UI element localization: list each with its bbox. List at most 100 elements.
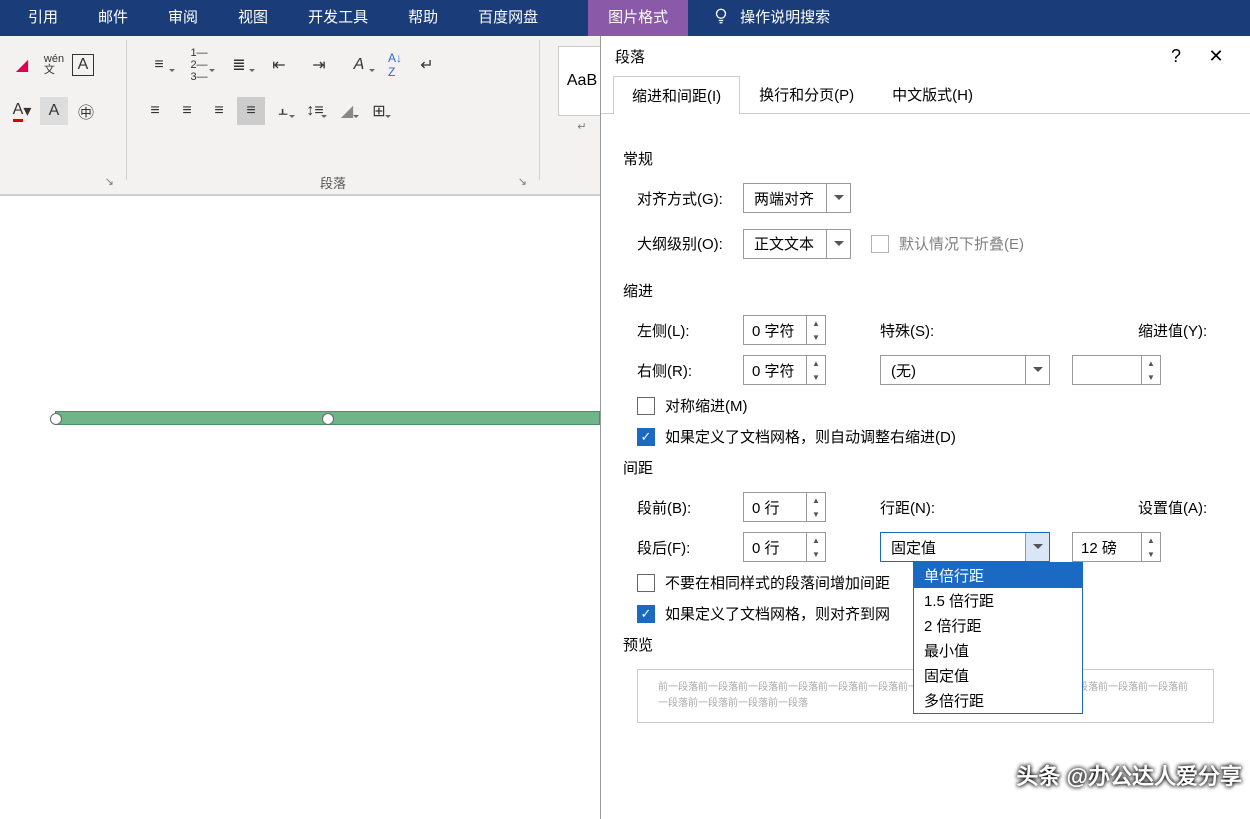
mirror-indent-checkbox[interactable] bbox=[637, 397, 655, 415]
spinner-down-icon[interactable]: ▼ bbox=[807, 547, 825, 561]
tab-developer[interactable]: 开发工具 bbox=[288, 0, 388, 36]
highlight-button[interactable]: A bbox=[40, 97, 68, 125]
selected-shape[interactable] bbox=[55, 411, 600, 425]
font-color-button[interactable]: A▾ bbox=[8, 97, 36, 125]
indent-grid-checkbox[interactable]: ✓ bbox=[637, 428, 655, 446]
character-border-button[interactable]: A bbox=[72, 54, 94, 76]
line-spacing-dropdown-icon[interactable] bbox=[1025, 533, 1049, 561]
spinner-up-icon[interactable]: ▲ bbox=[807, 533, 825, 547]
spinner-down-icon[interactable]: ▼ bbox=[807, 507, 825, 521]
numbering-button[interactable]: 1—2—3— bbox=[181, 51, 217, 79]
indent-left-label: 左侧(L): bbox=[623, 320, 743, 341]
tab-line-page-breaks[interactable]: 换行和分页(P) bbox=[740, 75, 873, 113]
indent-by-spinner[interactable]: ▲▼ bbox=[1072, 355, 1161, 385]
phonetic-guide-button[interactable]: wén文 bbox=[40, 51, 68, 79]
space-before-value[interactable]: 0 行 bbox=[744, 497, 806, 518]
line-option-exactly[interactable]: 固定值 bbox=[914, 663, 1082, 688]
tab-baidu[interactable]: 百度网盘 bbox=[458, 0, 558, 36]
line-option-single[interactable]: 单倍行距 bbox=[914, 563, 1082, 588]
show-marks-button[interactable]: ↵ bbox=[413, 51, 441, 79]
resize-handle-left[interactable] bbox=[50, 413, 62, 425]
indent-by-label: 缩进值(Y): bbox=[1138, 320, 1228, 341]
spinner-up-icon[interactable]: ▲ bbox=[807, 493, 825, 507]
tab-view[interactable]: 视图 bbox=[218, 0, 288, 36]
paragraph-group-launcher[interactable]: ↘ bbox=[518, 175, 527, 188]
eraser-icon[interactable]: ◢ bbox=[8, 51, 36, 79]
line-spacing-button[interactable]: ↕≡ bbox=[301, 97, 329, 125]
align-right-button[interactable]: ≡ bbox=[205, 97, 233, 125]
spacing-grid-label: 如果定义了文档网格，则对齐到网 bbox=[665, 603, 890, 624]
spinner-down-icon[interactable]: ▼ bbox=[1142, 370, 1160, 384]
tab-review[interactable]: 审阅 bbox=[148, 0, 218, 36]
tab-help[interactable]: 帮助 bbox=[388, 0, 458, 36]
align-center-button[interactable]: ≡ bbox=[173, 97, 201, 125]
line-option-1-5[interactable]: 1.5 倍行距 bbox=[914, 588, 1082, 613]
distribute-button[interactable]: ⫠ bbox=[269, 97, 297, 125]
decrease-indent-button[interactable]: ⇤ bbox=[261, 51, 297, 79]
multilevel-list-button[interactable]: ≣ bbox=[221, 51, 257, 79]
spinner-down-icon[interactable]: ▼ bbox=[1142, 547, 1160, 561]
spacing-at-value[interactable]: 12 磅 bbox=[1073, 537, 1141, 558]
tab-references[interactable]: 引用 bbox=[8, 0, 78, 36]
spinner-up-icon[interactable]: ▲ bbox=[1142, 533, 1160, 547]
borders-button[interactable]: ⊞ bbox=[365, 97, 393, 125]
style-preview[interactable]: AaB bbox=[558, 46, 606, 116]
indent-right-spinner[interactable]: 0 字符 ▲▼ bbox=[743, 355, 826, 385]
line-spacing-combo[interactable]: 固定值 bbox=[880, 532, 1050, 562]
space-after-value[interactable]: 0 行 bbox=[744, 537, 806, 558]
alignment-value: 两端对齐 bbox=[744, 188, 826, 209]
collapse-checkbox bbox=[871, 235, 889, 253]
indent-left-spinner[interactable]: 0 字符 ▲▼ bbox=[743, 315, 826, 345]
outline-dropdown-icon[interactable] bbox=[826, 230, 850, 258]
align-left-button[interactable]: ≡ bbox=[141, 97, 169, 125]
line-option-double[interactable]: 2 倍行距 bbox=[914, 613, 1082, 638]
indent-right-label: 右侧(R): bbox=[623, 360, 743, 381]
special-label: 特殊(S): bbox=[880, 320, 990, 341]
line-option-atleast[interactable]: 最小值 bbox=[914, 638, 1082, 663]
collapse-label: 默认情况下折叠(E) bbox=[899, 233, 1024, 254]
paragraph-group-label: 段落 bbox=[133, 173, 533, 192]
spacing-at-spinner[interactable]: 12 磅 ▲▼ bbox=[1072, 532, 1161, 562]
tab-mailings[interactable]: 邮件 bbox=[78, 0, 148, 36]
spinner-up-icon[interactable]: ▲ bbox=[1142, 356, 1160, 370]
special-dropdown-icon[interactable] bbox=[1025, 356, 1049, 384]
bullets-button[interactable]: ≡ bbox=[141, 51, 177, 79]
spacing-grid-checkbox[interactable]: ✓ bbox=[637, 605, 655, 623]
spacing-at-label: 设置值(A): bbox=[1138, 497, 1228, 518]
shading-button[interactable]: ◢ bbox=[333, 97, 361, 125]
line-option-multiple[interactable]: 多倍行距 bbox=[914, 688, 1082, 713]
spinner-up-icon[interactable]: ▲ bbox=[807, 356, 825, 370]
tab-indent-spacing[interactable]: 缩进和间距(I) bbox=[613, 76, 740, 114]
indent-right-value[interactable]: 0 字符 bbox=[744, 360, 806, 381]
font-group-launcher[interactable]: ↘ bbox=[105, 175, 114, 188]
spinner-down-icon[interactable]: ▼ bbox=[807, 330, 825, 344]
align-justify-button[interactable]: ≡ bbox=[237, 97, 265, 125]
indent-grid-label: 如果定义了文档网格，则自动调整右缩进(D) bbox=[665, 426, 956, 447]
alignment-dropdown-icon[interactable] bbox=[826, 184, 850, 212]
indent-left-value[interactable]: 0 字符 bbox=[744, 320, 806, 341]
tell-me-search[interactable]: 操作说明搜索 bbox=[740, 0, 830, 36]
enclose-char-button[interactable]: ㊥ bbox=[72, 97, 100, 125]
special-combo[interactable]: (无) bbox=[880, 355, 1050, 385]
outline-combo[interactable]: 正文文本 bbox=[743, 229, 851, 259]
sort-button[interactable]: A↓Z bbox=[381, 51, 409, 79]
help-button[interactable]: ? bbox=[1156, 36, 1196, 76]
close-button[interactable]: ✕ bbox=[1196, 36, 1236, 76]
no-space-same-style-checkbox[interactable] bbox=[637, 574, 655, 592]
text-effects-button[interactable]: A bbox=[341, 51, 377, 79]
document-area[interactable] bbox=[0, 195, 600, 819]
tab-asian-typography[interactable]: 中文版式(H) bbox=[873, 75, 992, 113]
outline-label: 大纲级别(O): bbox=[623, 233, 743, 254]
space-after-spinner[interactable]: 0 行 ▲▼ bbox=[743, 532, 826, 562]
line-spacing-label: 行距(N): bbox=[880, 497, 990, 518]
space-before-label: 段前(B): bbox=[623, 497, 743, 518]
space-after-label: 段后(F): bbox=[623, 537, 743, 558]
line-spacing-dropdown[interactable]: 单倍行距 1.5 倍行距 2 倍行距 最小值 固定值 多倍行距 bbox=[913, 562, 1083, 714]
space-before-spinner[interactable]: 0 行 ▲▼ bbox=[743, 492, 826, 522]
spinner-down-icon[interactable]: ▼ bbox=[807, 370, 825, 384]
alignment-combo[interactable]: 两端对齐 bbox=[743, 183, 851, 213]
increase-indent-button[interactable]: ⇥ bbox=[301, 51, 337, 79]
resize-handle-mid[interactable] bbox=[322, 413, 334, 425]
tab-picture-format[interactable]: 图片格式 bbox=[588, 0, 688, 36]
spinner-up-icon[interactable]: ▲ bbox=[807, 316, 825, 330]
